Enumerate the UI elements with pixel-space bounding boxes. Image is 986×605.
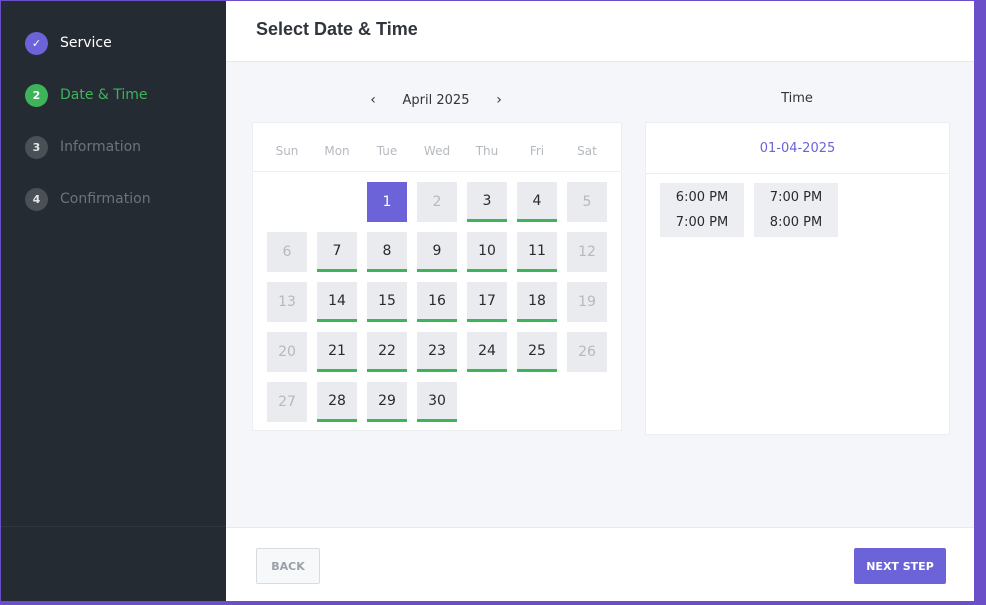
month-navigation: ‹ April 2025 › <box>366 89 506 111</box>
slot-end: 8:00 PM <box>769 215 823 230</box>
slot-start: 7:00 PM <box>769 190 823 205</box>
step-confirmation[interactable]: 4 Confirmation <box>25 187 215 211</box>
calendar-day[interactable]: 23 <box>417 332 457 372</box>
step-number-badge: 3 <box>25 135 48 159</box>
calendar-day[interactable]: 4 <box>517 182 557 222</box>
slot-start: 6:00 PM <box>675 190 729 205</box>
weekday-label: Mon <box>324 144 350 158</box>
step-label: Information <box>60 139 142 155</box>
step-number-badge: 2 <box>25 83 48 107</box>
step-information[interactable]: 3 Information <box>25 135 215 159</box>
weekday-header: Sun Mon Tue Wed Thu Fri Sat <box>253 123 621 172</box>
time-title: Time <box>781 91 813 106</box>
calendar-day[interactable]: 22 <box>367 332 407 372</box>
calendar-day: 6 <box>267 232 307 272</box>
weekday-label: Tue <box>376 144 398 158</box>
header: Select Date & Time <box>226 1 974 62</box>
calendar-day[interactable]: 24 <box>467 332 507 372</box>
page-title: Select Date & Time <box>256 19 418 39</box>
booking-wizard: ✓ Service 2 Date & Time 3 Information 4 … <box>1 1 974 601</box>
calendar-day[interactable]: 3 <box>467 182 507 222</box>
calendar-day[interactable]: 25 <box>517 332 557 372</box>
slot-end: 7:00 PM <box>675 215 729 230</box>
calendar: Sun Mon Tue Wed Thu Fri Sat 1 2 3 4 5 6 7 8 9 10 1… <box>252 122 622 431</box>
calendar-day: 5 <box>567 182 607 222</box>
calendar-day[interactable]: 29 <box>367 382 407 422</box>
calendar-day[interactable]: 30 <box>417 382 457 422</box>
calendar-day[interactable]: 28 <box>317 382 357 422</box>
calendar-day: 13 <box>267 282 307 322</box>
calendar-day[interactable]: 10 <box>467 232 507 272</box>
calendar-day: 2 <box>417 182 457 222</box>
step-label: Service <box>60 35 112 51</box>
calendar-day[interactable]: 11 <box>517 232 557 272</box>
weekday-label: Thu <box>475 144 499 158</box>
step-label: Confirmation <box>60 191 151 207</box>
time-slot[interactable]: 6:00 PM 7:00 PM <box>660 183 744 237</box>
selected-date: 01-04-2025 <box>646 123 949 174</box>
chevron-left-icon[interactable]: ‹ <box>366 92 380 108</box>
step-number-badge: 4 <box>25 187 48 211</box>
calendar-day: 12 <box>567 232 607 272</box>
back-button[interactable]: BACK <box>256 548 320 584</box>
step-date-time[interactable]: 2 Date & Time <box>25 83 215 107</box>
weekday-label: Sun <box>275 144 299 158</box>
weekday-label: Wed <box>423 144 451 158</box>
calendar-day[interactable]: 8 <box>367 232 407 272</box>
sidebar-divider <box>1 526 226 527</box>
calendar-day: 20 <box>267 332 307 372</box>
footer: BACK NEXT STEP <box>226 527 974 601</box>
step-service[interactable]: ✓ Service <box>25 31 215 55</box>
calendar-day: 26 <box>567 332 607 372</box>
current-month: April 2025 <box>402 92 470 108</box>
calendar-day[interactable]: 9 <box>417 232 457 272</box>
next-step-button[interactable]: NEXT STEP <box>854 548 946 584</box>
weekday-label: Fri <box>529 144 545 158</box>
calendar-day[interactable]: 18 <box>517 282 557 322</box>
chevron-right-icon[interactable]: › <box>492 92 506 108</box>
calendar-day[interactable]: 7 <box>317 232 357 272</box>
calendar-day: 27 <box>267 382 307 422</box>
step-label: Date & Time <box>60 87 148 103</box>
calendar-day[interactable]: 16 <box>417 282 457 322</box>
time-slot[interactable]: 7:00 PM 8:00 PM <box>754 183 838 237</box>
weekday-label: Sat <box>577 144 597 158</box>
main-panel: Select Date & Time ‹ April 2025 › Time S… <box>226 1 974 601</box>
calendar-day: 19 <box>567 282 607 322</box>
calendar-day[interactable]: 15 <box>367 282 407 322</box>
sidebar: ✓ Service 2 Date & Time 3 Information 4 … <box>1 1 226 601</box>
check-icon: ✓ <box>25 31 48 55</box>
calendar-day[interactable]: 14 <box>317 282 357 322</box>
calendar-day[interactable]: 21 <box>317 332 357 372</box>
calendar-day[interactable]: 1 <box>367 182 407 222</box>
time-panel: 01-04-2025 6:00 PM 7:00 PM 7:00 PM 8:00 … <box>645 122 950 435</box>
calendar-day[interactable]: 17 <box>467 282 507 322</box>
